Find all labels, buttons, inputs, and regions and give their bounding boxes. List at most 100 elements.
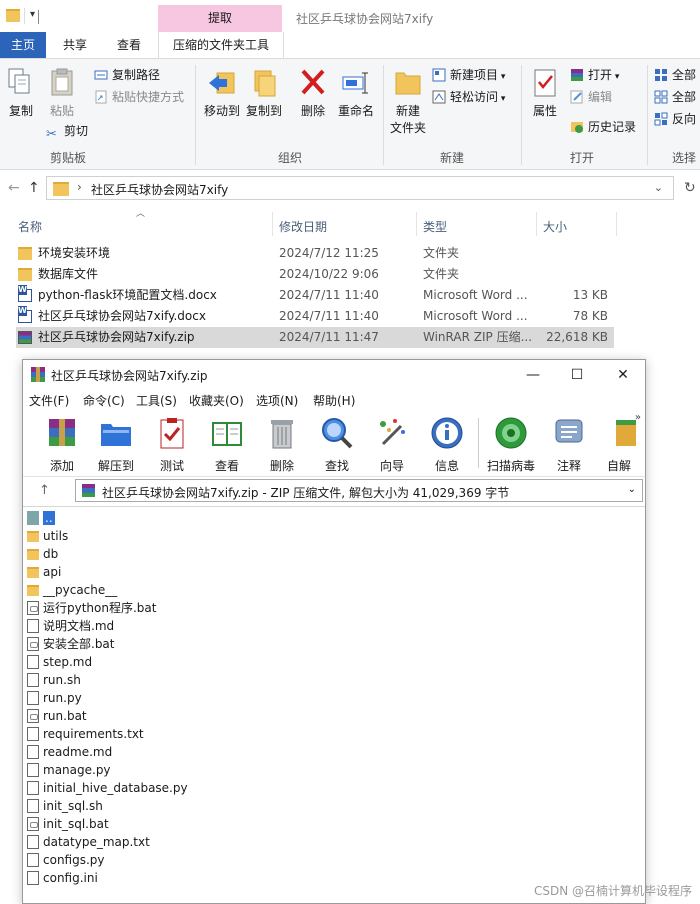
tab-home[interactable]: 主页 xyxy=(0,32,46,58)
toolbar-extract-button[interactable]: 解压到 xyxy=(91,416,141,474)
copy-path-button[interactable]: 复制路径 xyxy=(94,65,160,85)
paste-button[interactable]: 粘贴 xyxy=(44,67,80,119)
winrar-title-bar[interactable]: 社区乒乓球协会网站7xify.zip — ☐ ✕ xyxy=(23,360,645,390)
column-header-date[interactable]: 修改日期 xyxy=(279,218,327,235)
file-row-selected[interactable]: 社区乒乓球协会网站7xify.zip 2024/7/11 11:47 WinRA… xyxy=(16,327,614,348)
word-icon xyxy=(18,285,32,302)
entry-name: init_sql.sh xyxy=(43,799,103,813)
toolbar-overflow-icon[interactable]: » xyxy=(635,412,641,423)
explorer-title-bar: ▾ 提取 社区乒乓球协会网站7xify xyxy=(0,0,700,36)
menu-tools[interactable]: 工具(S) xyxy=(136,392,177,409)
menu-favorites[interactable]: 收藏夹(O) xyxy=(189,392,244,409)
toolbar-wizard-label: 向导 xyxy=(379,459,404,473)
column-header-size[interactable]: 大小 xyxy=(543,218,567,235)
toolbar-find-button[interactable]: 查找 xyxy=(312,416,362,474)
close-button[interactable]: ✕ xyxy=(603,364,643,386)
menu-options[interactable]: 选项(N) xyxy=(256,392,298,409)
column-divider[interactable] xyxy=(536,212,537,236)
entry-name: config.ini xyxy=(43,871,98,885)
new-folder-button[interactable]: 新建 文件夹 xyxy=(388,67,428,136)
breadcrumb-chevron-icon[interactable]: › xyxy=(77,180,82,194)
file-type: Microsoft Word ... xyxy=(423,288,528,302)
toolbar-wizard-button[interactable]: 向导 xyxy=(367,416,417,474)
batch-file-icon xyxy=(27,601,39,615)
up-folder-icon[interactable]: ↑ xyxy=(39,483,50,498)
toolbar-view-button[interactable]: 查看 xyxy=(202,416,252,474)
cut-button[interactable]: ✂ 剪切 xyxy=(46,121,88,142)
address-dropdown-icon[interactable]: ⌄ xyxy=(654,181,663,194)
back-arrow-icon[interactable]: ← xyxy=(8,180,20,196)
minimize-button[interactable]: — xyxy=(513,364,553,386)
entry-name: run.bat xyxy=(43,709,87,723)
file-icon xyxy=(27,781,39,795)
properties-icon xyxy=(534,69,556,97)
up-arrow-icon[interactable]: ↑ xyxy=(28,180,40,196)
quick-access-folder-icon[interactable] xyxy=(6,9,20,22)
select-none-label: 全部 xyxy=(672,90,697,104)
toolbar-sfx-button[interactable]: 自解 xyxy=(597,416,641,474)
batch-file-icon xyxy=(27,709,39,723)
maximize-button[interactable]: ☐ xyxy=(557,364,597,386)
column-header-name[interactable]: 名称 xyxy=(18,218,42,235)
toolbar-delete-button[interactable]: 删除 xyxy=(257,416,307,474)
column-divider[interactable] xyxy=(616,212,617,236)
file-type: 文件夹 xyxy=(423,246,460,260)
history-button[interactable]: 历史记录 xyxy=(570,117,636,137)
paste-shortcut-button[interactable]: 粘贴快捷方式 xyxy=(94,87,184,107)
tab-view[interactable]: 查看 xyxy=(106,32,152,58)
folder-icon xyxy=(27,549,39,560)
move-to-button[interactable]: 移动到 xyxy=(200,67,244,119)
file-row[interactable]: python-flask环境配置文档.docx 2024/7/11 11:40 … xyxy=(16,285,614,306)
column-header-type[interactable]: 类型 xyxy=(423,218,447,235)
easy-access-button[interactable]: 轻松访问 ▾ xyxy=(432,87,505,107)
invert-selection-button[interactable]: 反向 xyxy=(654,109,696,129)
toolbar-virus-scan-button[interactable]: 扫描病毒 xyxy=(483,416,539,474)
new-group-label: 新建 xyxy=(439,151,464,165)
magnifier-icon xyxy=(322,418,353,449)
entry-name: run.py xyxy=(43,691,82,705)
menu-commands[interactable]: 命令(C) xyxy=(83,392,125,409)
copy-to-button[interactable]: 复制到 xyxy=(244,67,284,119)
menu-file[interactable]: 文件(F) xyxy=(29,392,69,409)
entry-name: __pycache__ xyxy=(43,583,118,597)
folder-icon xyxy=(27,531,39,542)
file-row[interactable]: 社区乒乓球协会网站7xify.docx 2024/7/11 11:40 Micr… xyxy=(16,306,614,327)
archive-path-box[interactable]: 社区乒乓球协会网站7xify.zip - ZIP 压缩文件, 解包大小为 41,… xyxy=(75,479,643,502)
breadcrumb-current[interactable]: 社区乒乓球协会网站7xify xyxy=(91,181,228,198)
clipboard-group-label: 剪贴板 xyxy=(49,151,86,165)
file-date: 2024/10/22 9:06 xyxy=(279,267,379,281)
column-divider[interactable] xyxy=(272,212,273,236)
toolbar-add-button[interactable]: 添加 xyxy=(37,416,87,474)
new-item-button[interactable]: 新建项目 ▾ xyxy=(432,65,505,85)
rename-button[interactable]: 重命名 xyxy=(336,67,376,119)
select-all-button[interactable]: 全部 xyxy=(654,65,696,85)
toolbar-comment-button[interactable]: 注释 xyxy=(544,416,594,474)
word-icon xyxy=(18,306,32,323)
delete-label: 删除 xyxy=(300,104,325,118)
properties-button[interactable]: 属性 xyxy=(526,67,564,119)
edit-button[interactable]: 编辑 xyxy=(570,87,612,107)
tab-share[interactable]: 共享 xyxy=(52,32,98,58)
file-row[interactable]: 环境安装环境 2024/7/12 11:25 文件夹 xyxy=(16,243,614,264)
toolbar-info-button[interactable]: 信息 xyxy=(422,416,472,474)
rename-label: 重命名 xyxy=(337,104,374,118)
open-dropdown-icon: ▾ xyxy=(612,72,620,82)
refresh-icon[interactable]: ↻ xyxy=(684,180,696,196)
quick-access-dropdown-icon[interactable]: ▾ xyxy=(30,9,35,20)
file-icon xyxy=(27,655,39,669)
select-none-button[interactable]: 全部 xyxy=(654,87,696,107)
address-bar[interactable]: › 社区乒乓球协会网站7xify ⌄ xyxy=(46,176,674,200)
copy-label: 复制 xyxy=(8,104,33,118)
menu-help[interactable]: 帮助(H) xyxy=(313,392,355,409)
column-divider[interactable] xyxy=(416,212,417,236)
file-row[interactable]: 数据库文件 2024/10/22 9:06 文件夹 xyxy=(16,264,614,285)
file-size: 78 KB xyxy=(572,309,608,323)
delete-button[interactable]: 删除 xyxy=(296,67,330,119)
copy-path-icon xyxy=(94,70,108,80)
copy-button[interactable]: 复制 xyxy=(4,67,38,119)
path-dropdown-icon[interactable]: ⌄ xyxy=(628,484,636,495)
folder-icon xyxy=(18,247,32,260)
toolbar-test-button[interactable]: 测试 xyxy=(147,416,197,474)
open-button[interactable]: 打开 ▾ xyxy=(570,65,619,85)
tab-compressed-folder-tools[interactable]: 压缩的文件夹工具 xyxy=(158,32,284,58)
